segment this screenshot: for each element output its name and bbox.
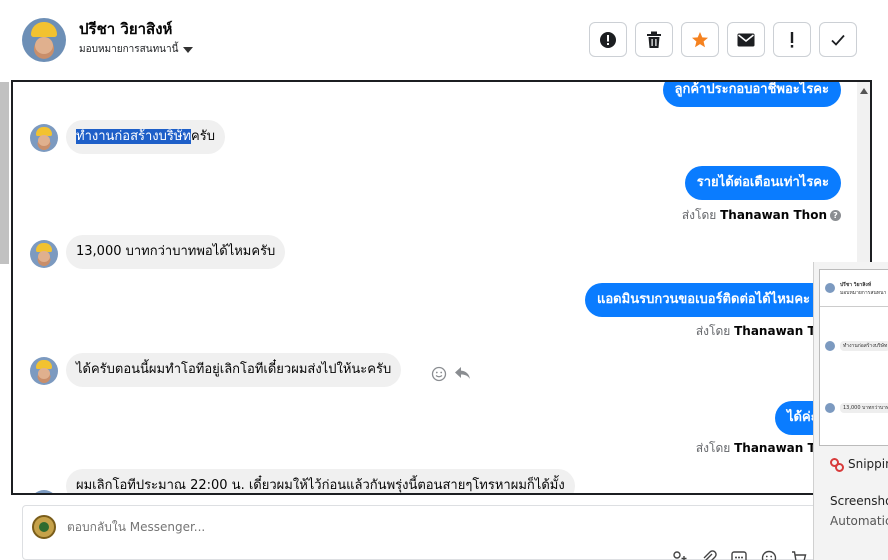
reply-icon[interactable] [454, 366, 471, 381]
sent-by-label: ส่งโดย Thanawan Thon? [682, 206, 841, 225]
selected-text: ทำงานก่อสร้างบริษัท [76, 129, 192, 144]
caret-down-icon [183, 46, 194, 53]
react-emoji-icon[interactable] [431, 366, 447, 382]
envelope-icon [737, 33, 755, 46]
follow-up-button[interactable] [773, 22, 811, 57]
mini-assign-label: มอบหมายการสนทนา [840, 290, 887, 296]
saved-replies-icon[interactable] [731, 550, 747, 560]
attachment-icon[interactable] [701, 550, 717, 560]
scroll-up-icon[interactable] [860, 88, 868, 94]
help-icon[interactable]: ? [830, 210, 841, 221]
message-outgoing[interactable]: แอดมินรบกวนขอเบอร์ติดต่อได้ไหมคะ [585, 283, 841, 317]
mini-avatar [825, 283, 835, 293]
message-incoming[interactable]: ทำงานก่อสร้างบริษัทครับ [66, 120, 225, 154]
delete-button[interactable] [635, 22, 673, 57]
contact-name[interactable]: ปรีชา วิยาสิงห์ [79, 17, 172, 41]
snipping-tool-toast[interactable]: ปรีชา วิยาสิงห์ มอบหมายการสนทนา ทำงานก่อ… [813, 262, 888, 560]
star-icon [692, 31, 708, 47]
emoji-icon[interactable] [761, 550, 777, 560]
contact-avatar[interactable] [22, 18, 66, 62]
message-incoming[interactable]: 13,000 บาทกว่าบาทพอได้ไหมครับ [66, 235, 286, 269]
snipping-tool-icon [830, 458, 844, 472]
contact-avatar-small [30, 490, 58, 493]
screenshot-thumbnail[interactable]: ปรีชา วิยาสิงห์ มอบหมายการสนทนา ทำงานก่อ… [819, 269, 888, 446]
mark-done-button[interactable] [819, 22, 857, 57]
composer-toolbar [671, 550, 807, 560]
header-actions [589, 22, 857, 57]
mini-contact-name: ปรีชา วิยาสิงห์ [840, 282, 872, 288]
trash-icon [647, 31, 661, 48]
conversation-header: ปรีชา วิยาสิงห์ มอบหมายการสนทนานี้ [0, 0, 888, 80]
message-outgoing[interactable]: รายได้ต่อเดือนเท่าไรคะ [684, 166, 841, 200]
page-scrollbar[interactable] [0, 82, 9, 264]
sent-by-prefix: ส่งโดย [681, 208, 717, 222]
contact-avatar-small [30, 357, 58, 385]
snipping-tool-app: Snipping Tool [830, 457, 888, 472]
mark-unread-button[interactable] [727, 22, 765, 57]
mini-avatar [825, 403, 835, 413]
check-icon [831, 34, 845, 46]
message-incoming[interactable]: ได้ครับตอนนี้ผมทำโอทีอยู่เลิกโอทีเดี๋ยวผ… [66, 353, 402, 387]
contact-avatar-small [30, 240, 58, 268]
assign-conversation-dropdown[interactable]: มอบหมายการสนทนานี้ [79, 42, 194, 57]
message-outgoing[interactable]: ลูกค้าประกอบอาชีพอะไรคะ [662, 82, 841, 107]
snipping-tool-label: Snipping Tool [848, 457, 888, 471]
mini-message: 13,000 บาทกว่าบาท [840, 403, 888, 413]
mark-spam-button[interactable] [589, 22, 627, 57]
cart-icon[interactable] [791, 550, 807, 560]
reply-composer [22, 505, 822, 560]
add-person-icon[interactable] [671, 550, 687, 560]
mini-avatar [825, 341, 835, 351]
sent-by-prefix: ส่งโดย [695, 441, 731, 455]
mini-message: ทำงานก่อสร้างบริษัท [840, 341, 888, 351]
message-thread[interactable]: ลูกค้าประกอบอาชีพอะไรคะ ทำงานก่อสร้างบริ… [11, 80, 872, 495]
message-incoming[interactable]: ผมเลิกโอทีประมาณ 22:00 น. เดี๋ยวผมให้ไว้… [66, 469, 575, 493]
toast-subtitle: Automatically saved to screenshots folde… [830, 514, 888, 528]
sent-by-name: Thanawan Thon [720, 208, 827, 222]
star-button[interactable] [681, 22, 719, 57]
exclamation-icon [790, 31, 794, 48]
messenger-inbox: ปรีชา วิยาสิงห์ มอบหมายการสนทนานี้ ลูกค้… [0, 0, 888, 560]
assign-label: มอบหมายการสนทนานี้ [79, 44, 179, 55]
toast-title: Screenshot copied to clipboard [830, 494, 888, 508]
reply-input[interactable] [67, 520, 567, 534]
alert-circle-icon [600, 31, 616, 48]
contact-avatar-small [30, 124, 58, 152]
sent-by-prefix: ส่งโดย [695, 324, 731, 338]
message-text: ครับ [191, 129, 215, 144]
page-avatar [32, 515, 56, 539]
